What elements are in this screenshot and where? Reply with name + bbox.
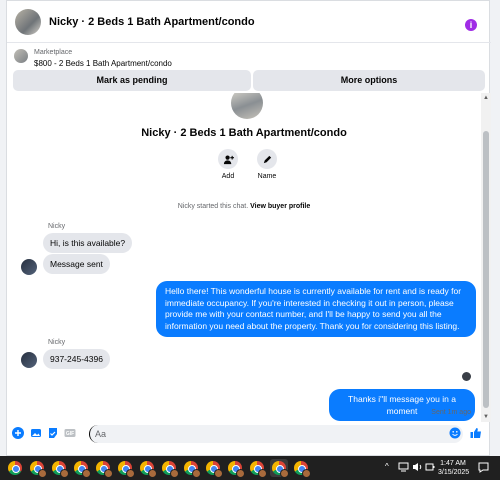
scrollbar-thumb[interactable]	[483, 131, 489, 408]
scroll-up-icon[interactable]: ▲	[483, 95, 489, 101]
name-label: Name	[257, 173, 277, 180]
svg-text:GIF: GIF	[66, 431, 74, 437]
outgoing-message[interactable]: Thanks i"ll message you in a moment	[329, 389, 475, 421]
taskbar-chrome-icon[interactable]	[116, 459, 135, 478]
tray-chevron-icon[interactable]: ^	[385, 462, 389, 480]
sent-status: Sent 1m ago	[431, 409, 471, 416]
plus-icon[interactable]	[12, 427, 24, 439]
chat-started-note: Nicky started this chat. View buyer prof…	[7, 203, 481, 210]
clock-date: 3/15/2025	[438, 469, 470, 476]
taskbar-chrome-icon[interactable]	[270, 459, 289, 478]
listing-kicker: Marketplace	[34, 49, 73, 56]
gif-icon[interactable]: GIF	[64, 427, 76, 439]
taskbar-chrome-icon[interactable]	[94, 459, 113, 478]
taskbar-chrome-icon[interactable]	[28, 459, 47, 478]
taskbar-chrome-icon[interactable]	[182, 459, 201, 478]
listing-thumbnail[interactable]	[14, 49, 28, 63]
scroll-down-icon[interactable]: ▼	[483, 414, 489, 420]
taskbar-chrome-icon[interactable]	[160, 459, 179, 478]
pencil-icon[interactable]	[257, 149, 277, 169]
add-action[interactable]: Add	[208, 149, 248, 180]
gallery-icon[interactable]	[30, 427, 42, 439]
message-input[interactable]: Aa	[89, 425, 463, 443]
composer: GIF Aa	[7, 424, 491, 446]
message-list[interactable]: Nicky · 2 Beds 1 Bath Apartment/condo Ad…	[7, 93, 481, 422]
network-icon[interactable]	[398, 462, 409, 480]
mark-as-pending-button[interactable]: Mark as pending	[13, 70, 251, 91]
battery-icon[interactable]	[425, 462, 435, 480]
clock-time: 1:47 AM	[440, 460, 466, 467]
volume-icon[interactable]	[412, 462, 423, 480]
conversation-title[interactable]: Nicky · 2 Beds 1 Bath Apartment/condo	[49, 16, 255, 28]
like-icon[interactable]	[470, 427, 482, 439]
scrollbar[interactable]: ▲ ▼	[481, 93, 491, 422]
sticker-icon[interactable]	[47, 427, 59, 439]
taskbar-chrome-icon[interactable]	[6, 459, 24, 477]
incoming-message[interactable]: Hi, is this available?	[43, 233, 133, 253]
sender-avatar[interactable]	[21, 259, 37, 275]
more-options-button[interactable]: More options	[253, 70, 485, 91]
system-clock[interactable]: 1:47 AM 3/15/2025	[438, 459, 470, 477]
outgoing-message[interactable]: Hello there! This wonderful house is cur…	[156, 281, 476, 337]
notification-icon[interactable]	[478, 462, 489, 480]
view-buyer-profile-link[interactable]: View buyer profile	[250, 203, 310, 210]
sender-name: Nicky	[48, 339, 66, 346]
taskbar-chrome-icon[interactable]	[248, 459, 267, 478]
chat-started-text: Nicky started this chat.	[177, 203, 249, 210]
taskbar: ^ 1:47 AM 3/15/2025	[0, 456, 500, 480]
profile-avatar[interactable]	[231, 93, 263, 119]
sender-name: Nicky	[48, 223, 66, 230]
emoji-icon[interactable]	[449, 427, 461, 439]
incoming-message[interactable]: 937-245-4396	[43, 349, 110, 369]
taskbar-chrome-icon[interactable]	[50, 459, 69, 478]
info-icon[interactable]: i	[465, 19, 477, 31]
taskbar-chrome-icon[interactable]	[72, 459, 91, 478]
listing-bar[interactable]: Marketplace $800 - 2 Beds 1 Bath Apartme…	[7, 44, 491, 72]
sender-avatar[interactable]	[21, 352, 37, 368]
chat-header: Nicky · 2 Beds 1 Bath Apartment/condo i	[7, 1, 491, 43]
profile-name: Nicky · 2 Beds 1 Bath Apartment/condo	[141, 127, 347, 139]
read-receipt-avatar	[462, 372, 471, 381]
incoming-message[interactable]: Message sent	[43, 254, 110, 274]
conversation-avatar[interactable]	[15, 8, 41, 35]
taskbar-chrome-icon[interactable]	[292, 459, 311, 478]
chat-window: Nicky · 2 Beds 1 Bath Apartment/condo i …	[6, 0, 491, 456]
add-label: Add	[221, 173, 235, 180]
listing-title[interactable]: $800 - 2 Beds 1 Bath Apartment/condo	[34, 59, 172, 68]
taskbar-chrome-icon[interactable]	[204, 459, 223, 478]
taskbar-chrome-icon[interactable]	[138, 459, 157, 478]
taskbar-chrome-icon[interactable]	[226, 459, 245, 478]
add-person-icon[interactable]	[218, 149, 238, 169]
name-action[interactable]: Name	[247, 149, 287, 180]
